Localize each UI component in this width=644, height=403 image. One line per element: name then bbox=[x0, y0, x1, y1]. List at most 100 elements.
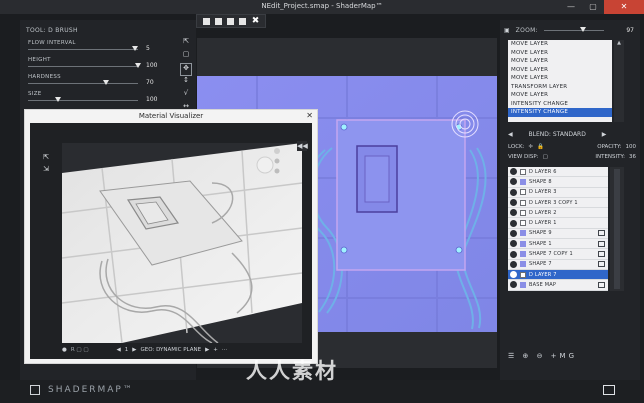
open-file-icon[interactable] bbox=[214, 17, 222, 25]
layer-row[interactable]: SHAPE 9 bbox=[508, 229, 608, 240]
check-tool-icon[interactable]: √ bbox=[180, 89, 192, 102]
layer-row[interactable]: D LAYER 6 bbox=[508, 167, 608, 178]
slider-knob[interactable] bbox=[135, 63, 141, 68]
history-item[interactable]: INTENSITY CHANGE bbox=[508, 100, 612, 109]
layer-row[interactable]: D LAYER 1 bbox=[508, 218, 608, 229]
save-icon[interactable] bbox=[227, 17, 235, 25]
visibility-icon[interactable] bbox=[510, 229, 517, 237]
visibility-icon[interactable] bbox=[510, 240, 517, 248]
panel-toggle-icon[interactable] bbox=[603, 385, 615, 395]
layer-row[interactable]: SHAPE 8 bbox=[508, 177, 608, 188]
layer-row[interactable]: D LAYER 2 bbox=[508, 208, 608, 219]
visualizer-viewport[interactable] bbox=[62, 143, 302, 343]
geometry-next-button[interactable]: ▶ bbox=[205, 347, 209, 353]
layer-mask-icon bbox=[598, 261, 605, 268]
scroll-thumb[interactable] bbox=[614, 169, 620, 289]
visibility-icon[interactable] bbox=[510, 260, 517, 268]
zoom-knob[interactable] bbox=[579, 27, 586, 32]
layer-thumbnail bbox=[520, 178, 526, 185]
layer-thumbnail bbox=[520, 281, 526, 288]
visibility-icon[interactable] bbox=[510, 250, 517, 258]
layer-row-selected[interactable]: D LAYER 7 bbox=[508, 269, 608, 281]
visibility-icon[interactable] bbox=[510, 168, 517, 176]
visibility-icon[interactable] bbox=[510, 178, 517, 186]
slider-track[interactable] bbox=[28, 83, 138, 84]
layer-row[interactable]: BASE MAP bbox=[508, 280, 608, 291]
visualizer-close-button[interactable]: ✕ bbox=[306, 111, 313, 120]
zoom-slider[interactable] bbox=[543, 27, 604, 32]
sphere-icon[interactable]: ● bbox=[62, 347, 67, 353]
lock-position-icon[interactable]: ✛ bbox=[529, 144, 534, 150]
layer-thumbnail bbox=[520, 240, 526, 247]
visibility-icon[interactable] bbox=[510, 188, 517, 196]
param-flow-interval: FLOW INTERVAL 5 bbox=[28, 40, 158, 52]
history-item[interactable]: TRANSFORM LAYER bbox=[508, 83, 612, 92]
slider-track[interactable] bbox=[28, 49, 138, 50]
rect-tool-icon[interactable]: ▢ bbox=[180, 50, 192, 63]
slider-knob[interactable] bbox=[55, 97, 61, 102]
move-tool-icon[interactable]: ✥ bbox=[180, 63, 192, 76]
scroll-up-icon[interactable]: ▲ bbox=[614, 40, 624, 46]
minimize-button[interactable]: — bbox=[560, 0, 582, 14]
opacity-value[interactable]: 100 bbox=[626, 144, 637, 150]
page-number: 1 bbox=[124, 347, 129, 353]
new-file-icon[interactable] bbox=[202, 17, 210, 25]
save-as-icon[interactable] bbox=[239, 17, 247, 25]
visibility-icon[interactable] bbox=[510, 219, 517, 227]
tools-icon[interactable]: ✖ bbox=[252, 16, 260, 26]
view-disp-toggle[interactable]: ▢ bbox=[543, 154, 548, 160]
layer-row[interactable]: SHAPE 1 bbox=[508, 239, 608, 250]
history-item-selected[interactable]: INTENSITY CHANGE bbox=[508, 108, 612, 117]
visibility-icon[interactable] bbox=[510, 199, 517, 207]
channel-toggles[interactable]: R ▢ ▢ bbox=[71, 347, 89, 353]
resize-tool-icon[interactable]: ↕ bbox=[180, 76, 192, 89]
slider-track[interactable] bbox=[28, 66, 138, 67]
layer-tools[interactable]: ☰ ⊕ ⊖ +MG bbox=[508, 352, 577, 360]
history-item[interactable]: MOVE LAYER bbox=[508, 40, 612, 49]
blend-prev-button[interactable]: ◀ bbox=[508, 131, 513, 138]
visualizer-titlebar[interactable]: Material Visualizer ✕ bbox=[25, 110, 317, 122]
layer-thumbnail bbox=[520, 199, 526, 206]
lock-icon[interactable]: 🔒 bbox=[537, 144, 544, 150]
layer-name: D LAYER 3 COPY 1 bbox=[529, 199, 578, 206]
visibility-icon[interactable] bbox=[510, 271, 517, 279]
geometry-select[interactable]: GEO: DYNAMIC PLANE bbox=[141, 347, 202, 353]
next-page-button[interactable]: ▶ bbox=[132, 347, 136, 353]
history-item[interactable]: MOVE LAYER bbox=[508, 91, 612, 100]
layer-row[interactable]: SHAPE 7 COPY 1 bbox=[508, 249, 608, 260]
history-item[interactable]: MOVE LAYER bbox=[508, 49, 612, 58]
select-tool-icon[interactable]: ⇱ bbox=[180, 37, 192, 50]
layer-row[interactable]: SHAPE 7 bbox=[508, 260, 608, 270]
layer-name: SHAPE 7 bbox=[529, 261, 552, 268]
slider-track[interactable] bbox=[28, 100, 138, 101]
layer-name: D LAYER 1 bbox=[529, 220, 557, 227]
expand-icon[interactable]: ⇱ bbox=[40, 153, 52, 165]
history-item[interactable]: MOVE LAYER bbox=[508, 74, 612, 83]
slider-knob[interactable] bbox=[103, 80, 109, 85]
intensity-value[interactable]: 36 bbox=[629, 154, 636, 160]
collapse-icon[interactable]: ⇲ bbox=[40, 165, 52, 177]
history-item[interactable]: MOVE LAYER bbox=[508, 57, 612, 66]
prev-page-button[interactable]: ◀ bbox=[117, 347, 121, 353]
param-value: 70 bbox=[146, 79, 154, 86]
layers-scrollbar[interactable] bbox=[610, 167, 624, 291]
collapse-panel-button[interactable]: ◀◀ bbox=[297, 141, 308, 151]
maximize-button[interactable]: ▢ bbox=[582, 0, 604, 14]
view-disp-label: VIEW DISP: bbox=[508, 154, 539, 160]
layer-row[interactable]: D LAYER 3 COPY 1 bbox=[508, 198, 608, 209]
close-button[interactable]: ✕ bbox=[604, 0, 644, 14]
window-title: NEdit_Project.smap - ShaderMap™ bbox=[261, 2, 383, 10]
history-item[interactable]: MOVE LAYER bbox=[508, 66, 612, 75]
visibility-icon[interactable] bbox=[510, 209, 517, 217]
slider-knob[interactable] bbox=[132, 46, 138, 51]
3d-preview-image[interactable] bbox=[62, 143, 302, 343]
layer-row[interactable]: D LAYER 3 bbox=[508, 188, 608, 198]
blend-next-button[interactable]: ▶ bbox=[602, 131, 607, 138]
add-button[interactable]: + bbox=[213, 347, 218, 353]
visibility-icon[interactable] bbox=[510, 281, 517, 289]
blend-mode[interactable]: ◀ BLEND: STANDARD ▶ bbox=[508, 131, 606, 138]
param-height: HEIGHT 100 bbox=[28, 57, 158, 69]
param-name: SIZE bbox=[28, 91, 42, 97]
history-scrollbar[interactable]: ▲ bbox=[614, 40, 624, 122]
more-button[interactable]: ··· bbox=[222, 347, 227, 353]
